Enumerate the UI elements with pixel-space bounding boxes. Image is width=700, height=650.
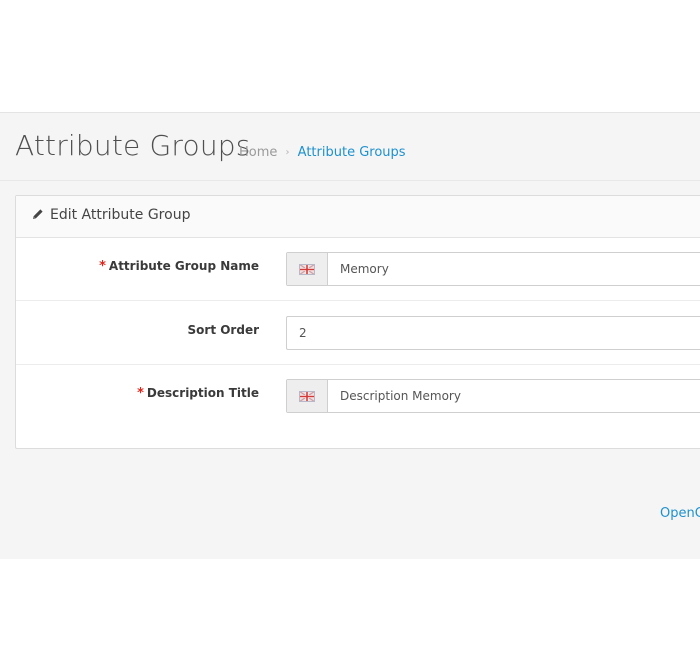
description-title-input-group: [286, 379, 700, 413]
breadcrumb: Home › Attribute Groups: [239, 145, 406, 160]
form-row-attribute-group-name: * Attribute Group Name: [16, 237, 700, 301]
description-title-input[interactable]: [328, 380, 700, 412]
page-title: Attribute Groups: [15, 129, 251, 162]
form-row-description-title: * Description Title: [16, 364, 700, 427]
edit-attribute-group-panel: Edit Attribute Group * Attribute Group Na…: [15, 195, 700, 449]
required-star: *: [99, 259, 106, 274]
pencil-icon: [33, 209, 43, 219]
admin-content: Attribute Groups Home › Attribute Groups…: [0, 112, 700, 559]
attribute-group-name-label: * Attribute Group Name: [99, 259, 259, 274]
attribute-group-name-label-text: Attribute Group Name: [108, 259, 259, 273]
sort-order-input-group: [286, 316, 700, 350]
language-addon: [287, 253, 328, 285]
uk-flag-icon: [299, 263, 315, 275]
sort-order-label: Sort Order: [187, 323, 259, 337]
language-addon: [287, 380, 328, 412]
required-star: *: [137, 386, 144, 401]
breadcrumb-home-link[interactable]: Home: [239, 145, 277, 160]
attribute-group-name-input[interactable]: [328, 253, 700, 285]
breadcrumb-separator: ›: [285, 147, 290, 158]
page-header: Attribute Groups Home › Attribute Groups: [0, 113, 700, 181]
form-row-sort-order: Sort Order: [16, 301, 700, 365]
uk-flag-icon: [299, 390, 315, 402]
description-title-label: * Description Title: [137, 386, 259, 401]
footer-opencart-link[interactable]: OpenC: [660, 506, 700, 521]
description-title-label-text: Description Title: [146, 386, 259, 400]
sort-order-input[interactable]: [287, 317, 700, 349]
panel-title: Edit Attribute Group: [50, 207, 191, 223]
attribute-group-name-input-group: [286, 252, 700, 286]
panel-title-wrap: Edit Attribute Group: [32, 207, 190, 223]
breadcrumb-attribute-groups-link[interactable]: Attribute Groups: [298, 145, 406, 160]
panel-heading: Edit Attribute Group: [16, 196, 700, 238]
